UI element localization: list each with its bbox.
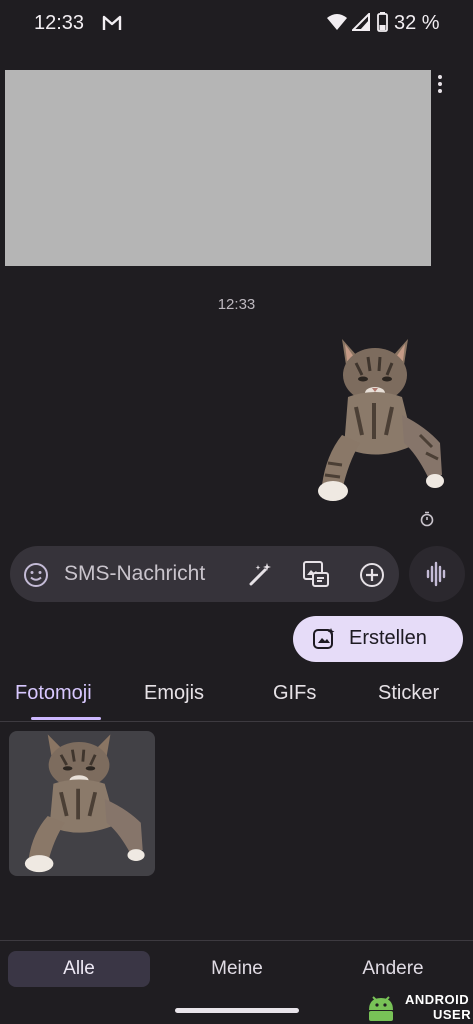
android-logo-icon <box>369 996 393 1021</box>
cat-sticker-thumbnail <box>24 734 145 873</box>
tab-fotomoji[interactable]: Fotomoji <box>15 682 92 705</box>
create-sticker-icon <box>313 628 335 649</box>
tab-divider <box>0 721 473 722</box>
battery-icon <box>377 12 388 32</box>
bottom-divider <box>0 940 473 941</box>
cat-sticker-message[interactable] <box>316 335 444 505</box>
filter-andere-button[interactable]: Andere <box>322 958 464 980</box>
gmail-icon <box>102 15 122 30</box>
magic-wand-icon[interactable] <box>248 561 274 587</box>
watermark-text: ANDROID <box>405 992 470 1007</box>
wifi-icon <box>327 14 347 30</box>
message-timestamp: 12:33 <box>217 296 256 313</box>
watermark-text: USER <box>433 1007 472 1022</box>
add-icon[interactable] <box>358 561 386 589</box>
status-time: 12:33 <box>34 12 85 34</box>
fotomoji-tile[interactable] <box>9 731 155 876</box>
tab-sticker[interactable]: Sticker <box>378 682 439 705</box>
image-message[interactable] <box>5 70 431 266</box>
filter-meine-button[interactable]: Meine <box>166 958 308 980</box>
battery-percentage: 32 % <box>394 12 440 34</box>
voice-message-button[interactable] <box>409 546 465 602</box>
tab-indicator <box>31 717 101 720</box>
tab-gifs[interactable]: GIFs <box>273 682 316 705</box>
emoji-icon[interactable] <box>22 561 50 589</box>
message-input[interactable]: SMS-Nachricht <box>64 562 205 586</box>
more-options-icon[interactable] <box>432 72 448 96</box>
signal-icon <box>352 13 370 31</box>
create-button-label: Erstellen <box>349 627 427 649</box>
gallery-icon[interactable] <box>302 560 330 588</box>
waveform-icon <box>426 561 446 587</box>
filter-alle-label: Alle <box>63 958 95 979</box>
gesture-nav-handle[interactable] <box>175 1008 299 1013</box>
tab-emojis[interactable]: Emojis <box>144 682 204 705</box>
timer-icon <box>420 511 434 527</box>
